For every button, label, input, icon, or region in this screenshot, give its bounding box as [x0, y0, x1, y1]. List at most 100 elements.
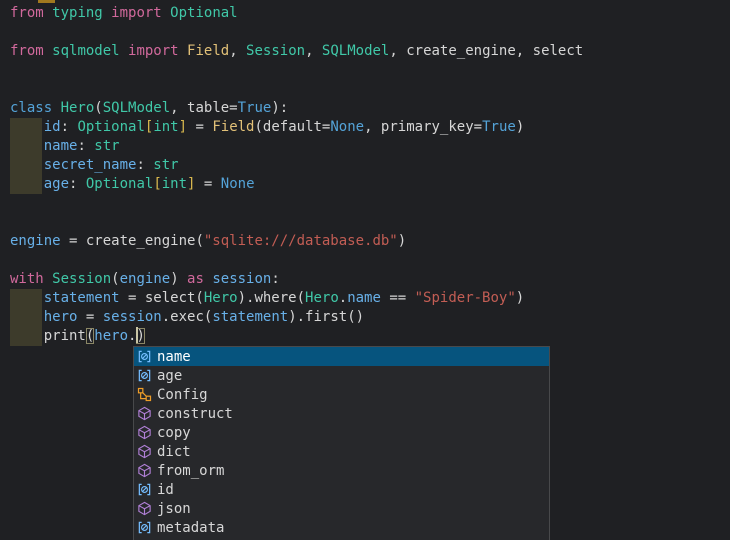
- code-token: :: [136, 157, 153, 173]
- code-token: Optional: [170, 5, 237, 21]
- code-token: ]: [179, 119, 187, 135]
- code-token: ): [516, 119, 524, 135]
- suggest-item-construct[interactable]: construct: [134, 404, 549, 423]
- code-token: None: [221, 176, 255, 192]
- suggest-item-age[interactable]: age: [134, 366, 549, 385]
- code-token: engine: [120, 271, 171, 287]
- suggest-item-metadata[interactable]: metadata: [134, 518, 549, 537]
- suggest-item-label: age: [157, 368, 182, 384]
- method-icon: [137, 425, 152, 440]
- code-token: (default=: [255, 119, 331, 135]
- code-token: =: [77, 309, 102, 325]
- code-token: from: [10, 5, 52, 21]
- code-line: [10, 251, 730, 270]
- code-token: Session: [246, 43, 305, 59]
- method-icon: [137, 463, 152, 478]
- code-token: session: [103, 309, 162, 325]
- code-token: hero: [44, 309, 78, 325]
- code-token: .exec(: [162, 309, 213, 325]
- code-token: (: [111, 271, 119, 287]
- code-token: ): [516, 290, 524, 306]
- text-cursor: [136, 327, 138, 343]
- code-token: age: [44, 176, 69, 192]
- code-line: age: Optional[int] = None: [10, 175, 730, 194]
- code-token: [: [153, 176, 161, 192]
- code-token: hero: [94, 328, 128, 344]
- suggest-item-label: from_orm: [157, 463, 224, 479]
- code-token: ,: [305, 43, 322, 59]
- code-token: :: [61, 119, 78, 135]
- code-token: class: [10, 100, 61, 116]
- code-token: str: [94, 138, 119, 154]
- field-icon: [137, 368, 152, 383]
- code-token: SQLModel: [322, 43, 389, 59]
- suggest-item-json[interactable]: json: [134, 499, 549, 518]
- code-line: from typing import Optional: [10, 4, 730, 23]
- suggest-item-label: construct: [157, 406, 233, 422]
- code-line: print(hero.): [10, 327, 730, 346]
- class-icon: [137, 387, 152, 402]
- suggest-item-dict[interactable]: dict: [134, 442, 549, 461]
- suggest-item-copy[interactable]: copy: [134, 423, 549, 442]
- code-line: [10, 80, 730, 99]
- code-token: import: [103, 5, 170, 21]
- code-token: id: [44, 119, 61, 135]
- method-icon: [137, 501, 152, 516]
- code-token: True: [238, 100, 272, 116]
- code-token: :: [271, 271, 279, 287]
- field-icon: [137, 482, 152, 497]
- code-token: =: [187, 119, 212, 135]
- code-token: sqlmodel: [52, 43, 119, 59]
- code-line: [10, 23, 730, 42]
- code-token: Session: [52, 271, 111, 287]
- code-token: SQLModel: [103, 100, 170, 116]
- code-token: Hero: [305, 290, 339, 306]
- code-token: typing: [52, 5, 103, 21]
- code-token: ): [398, 233, 406, 249]
- suggest-item-label: metadata: [157, 520, 224, 536]
- code-token: int: [162, 176, 187, 192]
- suggest-item-label: id: [157, 482, 174, 498]
- suggest-item-label: name: [157, 349, 191, 365]
- suggest-widget: name age Config constructcopydict from_ormid…: [133, 346, 550, 540]
- field-icon: [137, 520, 152, 535]
- suggest-item-label: json: [157, 501, 191, 517]
- code-token: Hero: [61, 100, 95, 116]
- code-token: [10, 119, 44, 135]
- code-token: session: [212, 271, 271, 287]
- field-icon: [137, 349, 152, 364]
- method-icon: [137, 406, 152, 421]
- code-line: class Hero(SQLModel, table=True):: [10, 99, 730, 118]
- code-token: with: [10, 271, 52, 287]
- code-token: print: [10, 328, 86, 344]
- code-line: statement = select(Hero).where(Hero.name…: [10, 289, 730, 308]
- code-token: str: [153, 157, 178, 173]
- code-token: True: [482, 119, 516, 135]
- code-token: [10, 309, 44, 325]
- code-token: Field: [212, 119, 254, 135]
- code-token: [10, 138, 44, 154]
- code-token: =: [195, 176, 220, 192]
- code-token: Field: [187, 43, 229, 59]
- code-line: id: Optional[int] = Field(default=None, …: [10, 118, 730, 137]
- code-token: ):: [271, 100, 288, 116]
- suggest-item-name[interactable]: name: [134, 347, 549, 366]
- code-token: , create_engine, select: [389, 43, 583, 59]
- code-line: [10, 213, 730, 232]
- code-token: , primary_key=: [364, 119, 482, 135]
- suggest-item-from_orm[interactable]: from_orm: [134, 461, 549, 480]
- code-token: ,: [229, 43, 246, 59]
- code-token: engine: [10, 233, 61, 249]
- code-line: hero = session.exec(statement).first(): [10, 308, 730, 327]
- suggest-item-label: Config: [157, 387, 208, 403]
- suggest-item-id[interactable]: id: [134, 480, 549, 499]
- code-token: ): [170, 271, 187, 287]
- code-token: statement: [212, 309, 288, 325]
- code-token: from: [10, 43, 52, 59]
- suggest-list: name age Config constructcopydict from_ormid…: [134, 347, 549, 537]
- code-token: secret_name: [44, 157, 137, 173]
- suggest-item-Config[interactable]: Config: [134, 385, 549, 404]
- code-token: = create_engine(: [61, 233, 204, 249]
- code-line: engine = create_engine("sqlite:///databa…: [10, 232, 730, 251]
- code-token: Hero: [204, 290, 238, 306]
